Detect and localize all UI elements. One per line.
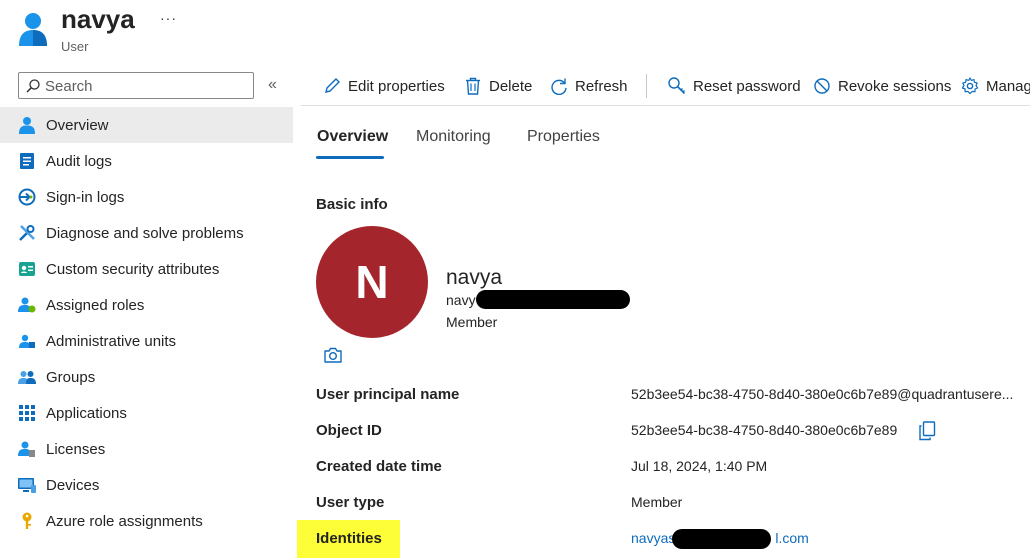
admin-units-icon: [18, 332, 36, 350]
wrench-icon: [18, 224, 36, 242]
sidebar-item-overview[interactable]: Overview: [0, 107, 293, 143]
sidebar-item-label: Custom security attributes: [46, 260, 220, 278]
detail-label: Created date time: [316, 458, 442, 475]
sidebar-item-label: Diagnose and solve problems: [46, 224, 244, 242]
detail-row-identities: Identities navyas l.com: [0, 522, 1030, 558]
refresh-label: Refresh: [575, 77, 628, 95]
detail-label: Identities: [316, 530, 382, 547]
reset-password-label: Reset password: [693, 77, 801, 95]
manage-button[interactable]: Manag: [960, 74, 1030, 98]
edit-properties-label: Edit properties: [348, 77, 445, 95]
sidebar-item-sign-in-logs[interactable]: Sign-in logs: [0, 179, 293, 215]
user-icon: [18, 116, 36, 134]
detail-label: Object ID: [316, 422, 382, 439]
sidebar-item-label: Sign-in logs: [46, 188, 125, 206]
key-search-icon: [667, 76, 687, 96]
log-icon: [18, 152, 36, 170]
active-tab-indicator: [316, 156, 384, 159]
search-input[interactable]: [45, 76, 245, 96]
roles-icon: [18, 296, 36, 314]
identities-link-start: navyas: [631, 530, 676, 546]
more-options-button[interactable]: ···: [160, 10, 177, 26]
sidebar-item-audit-logs[interactable]: Audit logs: [0, 143, 293, 179]
redaction-mark: [672, 529, 771, 549]
revoke-sessions-label: Revoke sessions: [838, 77, 952, 95]
sidebar-item-label: Audit logs: [46, 152, 112, 170]
avatar: N: [316, 226, 428, 338]
tab-properties[interactable]: Properties: [527, 128, 600, 146]
sidebar-item-administrative-units[interactable]: Administrative units: [0, 323, 293, 359]
page-header: navya User ···: [0, 0, 1030, 64]
manage-label: Manag: [986, 77, 1030, 95]
sidebar-item-custom-security[interactable]: Custom security attributes: [0, 251, 293, 287]
sidebar-item-label: Assigned roles: [46, 296, 145, 314]
trash-icon: [463, 76, 483, 96]
tab-monitoring[interactable]: Monitoring: [416, 128, 491, 146]
search-icon: [26, 79, 40, 93]
delete-label: Delete: [489, 77, 533, 95]
avatar-initial: N: [355, 256, 389, 308]
refresh-button[interactable]: Refresh: [549, 74, 628, 98]
revoke-sessions-button[interactable]: Revoke sessions: [812, 74, 951, 98]
profile-name: navya: [446, 266, 503, 289]
detail-value: Member: [631, 494, 683, 510]
reset-password-button[interactable]: Reset password: [667, 74, 801, 98]
pencil-icon: [322, 76, 342, 96]
detail-row-object-id: Object ID 52b3ee54-bc38-4750-8d40-380e0c…: [0, 414, 1030, 450]
tab-overview[interactable]: Overview: [317, 128, 388, 146]
detail-label: User principal name: [316, 386, 460, 403]
sign-in-icon: [18, 188, 36, 206]
block-icon: [812, 76, 832, 96]
identities-link-end: l.com: [775, 530, 809, 546]
detail-label: User type: [316, 494, 385, 511]
toolbar-divider: [646, 74, 647, 98]
page-subtitle: User: [61, 39, 89, 54]
sidebar-item-label: Overview: [46, 116, 109, 134]
search-box[interactable]: [18, 72, 254, 99]
sidebar-item-label: Administrative units: [46, 332, 177, 350]
page-title: navya: [61, 4, 135, 34]
detail-row-user-type: User type Member: [0, 486, 1030, 522]
delete-button[interactable]: Delete: [463, 74, 532, 98]
detail-row-upn: User principal name 52b3ee54-bc38-4750-8…: [0, 378, 1030, 414]
gear-icon: [960, 76, 980, 96]
detail-value: 52b3ee54-bc38-4750-8d40-380e0c6b7e89@qua…: [631, 386, 1014, 402]
sidebar-item-diagnose[interactable]: Diagnose and solve problems: [0, 215, 293, 251]
edit-properties-button[interactable]: Edit properties: [322, 74, 445, 98]
section-title: Basic info: [316, 196, 388, 213]
command-bar: Edit properties Delete Refresh Reset pas…: [301, 70, 1030, 106]
attributes-icon: [18, 260, 36, 278]
camera-icon[interactable]: [323, 346, 343, 364]
detail-value: Jul 18, 2024, 1:40 PM: [631, 458, 768, 474]
copy-icon[interactable]: [918, 421, 936, 441]
detail-value: 52b3ee54-bc38-4750-8d40-380e0c6b7e89: [631, 422, 898, 438]
refresh-icon: [549, 76, 569, 96]
user-icon: [19, 13, 47, 46]
profile-email: navy: [446, 292, 476, 308]
profile-user-type: Member: [446, 314, 498, 330]
sidebar-item-assigned-roles[interactable]: Assigned roles: [0, 287, 293, 323]
collapse-sidebar-button[interactable]: «: [268, 76, 277, 94]
redaction-mark: [476, 290, 630, 309]
detail-row-created: Created date time Jul 18, 2024, 1:40 PM: [0, 450, 1030, 486]
